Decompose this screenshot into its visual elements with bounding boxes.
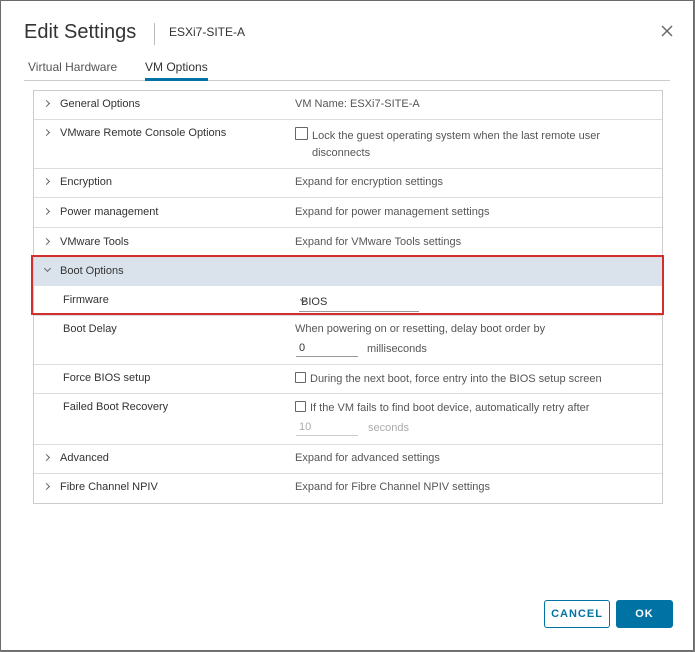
row-vmrc-options[interactable]: VMware Remote Console Options Lock the g…	[34, 120, 662, 169]
encryption-label: Encryption	[60, 176, 112, 188]
force-bios-text: During the next boot, force entry into t…	[310, 373, 602, 385]
chevron-down-icon[interactable]	[43, 264, 52, 273]
vmrc-lock-checkbox[interactable]	[295, 127, 308, 140]
row-general-options[interactable]: General Options VM Name: ESXi7-SITE-A	[34, 91, 662, 120]
vmrc-lock-option: Lock the guest operating system when the…	[295, 127, 600, 142]
fibre-channel-npiv-value: Expand for Fibre Channel NPIV settings	[295, 481, 491, 493]
failed-boot-retry-unit: seconds	[368, 422, 409, 434]
boot-options-label: Boot Options	[60, 265, 124, 277]
dialog-title: Edit Settings	[24, 21, 137, 43]
failed-boot-recovery-label: Failed Boot Recovery	[63, 401, 169, 413]
general-options-value: VM Name: ESXi7-SITE-A	[295, 98, 420, 110]
force-bios-label: Force BIOS setup	[63, 372, 151, 384]
row-advanced[interactable]: Advanced Expand for advanced settings	[34, 445, 662, 474]
row-failed-boot-recovery: Failed Boot Recovery If the VM fails to …	[34, 394, 662, 445]
failed-boot-recovery-option: If the VM fails to find boot device, aut…	[295, 401, 589, 414]
edit-settings-dialog: Edit Settings ESXi7-SITE-A Virtual Hardw…	[1, 1, 693, 650]
chevron-right-icon[interactable]	[42, 207, 51, 216]
row-vmware-tools[interactable]: VMware Tools Expand for VMware Tools set…	[34, 229, 662, 258]
vmware-tools-value: Expand for VMware Tools settings	[295, 236, 462, 248]
cancel-button[interactable]: CANCEL	[544, 600, 610, 628]
tab-vm-options[interactable]: VM Options	[145, 60, 208, 81]
dialog-subtitle: ESXi7-SITE-A	[169, 25, 246, 39]
row-boot-options[interactable]: Boot Options	[34, 258, 662, 286]
chevron-right-icon[interactable]	[42, 453, 51, 462]
encryption-value: Expand for encryption settings	[295, 176, 443, 188]
failed-boot-recovery-text: If the VM fails to find boot device, aut…	[310, 402, 590, 414]
row-power-management[interactable]: Power management Expand for power manage…	[34, 199, 662, 228]
title-separator	[154, 23, 155, 45]
general-options-label: General Options	[60, 98, 141, 110]
row-boot-delay: Boot Delay When powering on or resetting…	[34, 316, 662, 365]
vmrc-lock-text-2: disconnects	[312, 147, 371, 159]
boot-delay-unit: milliseconds	[367, 343, 427, 355]
firmware-label: Firmware	[63, 294, 109, 306]
tab-virtual-hardware[interactable]: Virtual Hardware	[28, 60, 117, 78]
failed-boot-retry-input[interactable]	[296, 419, 358, 436]
vmrc-options-label: VMware Remote Console Options	[60, 127, 227, 139]
row-force-bios: Force BIOS setup During the next boot, f…	[34, 365, 662, 394]
row-fibre-channel-npiv[interactable]: Fibre Channel NPIV Expand for Fibre Chan…	[34, 474, 662, 502]
advanced-value: Expand for advanced settings	[295, 452, 440, 464]
close-icon[interactable]	[657, 21, 677, 41]
boot-delay-label: Boot Delay	[63, 323, 117, 335]
power-management-label: Power management	[60, 206, 159, 218]
row-encryption[interactable]: Encryption Expand for encryption setting…	[34, 169, 662, 198]
chevron-right-icon[interactable]	[42, 482, 51, 491]
chevron-right-icon[interactable]	[42, 128, 51, 137]
boot-delay-input[interactable]	[296, 340, 358, 357]
vmware-tools-label: VMware Tools	[60, 236, 129, 248]
chevron-right-icon[interactable]	[42, 99, 51, 108]
vm-options-panel: General Options VM Name: ESXi7-SITE-A VM…	[33, 90, 663, 504]
firmware-select[interactable]: BIOS	[299, 294, 419, 312]
tab-bar: Virtual Hardware VM Options	[24, 56, 670, 81]
boot-delay-desc: When powering on or resetting, delay boo…	[295, 323, 546, 335]
force-bios-option: During the next boot, force entry into t…	[295, 372, 602, 385]
chevron-right-icon[interactable]	[42, 237, 51, 246]
power-management-value: Expand for power management settings	[295, 206, 490, 218]
failed-boot-recovery-checkbox[interactable]	[295, 401, 306, 412]
force-bios-checkbox[interactable]	[295, 372, 306, 383]
ok-button[interactable]: OK	[616, 600, 673, 628]
vmrc-lock-text-1: Lock the guest operating system when the…	[312, 130, 600, 142]
chevron-right-icon[interactable]	[42, 177, 51, 186]
fibre-channel-npiv-label: Fibre Channel NPIV	[60, 481, 158, 493]
advanced-label: Advanced	[60, 452, 109, 464]
